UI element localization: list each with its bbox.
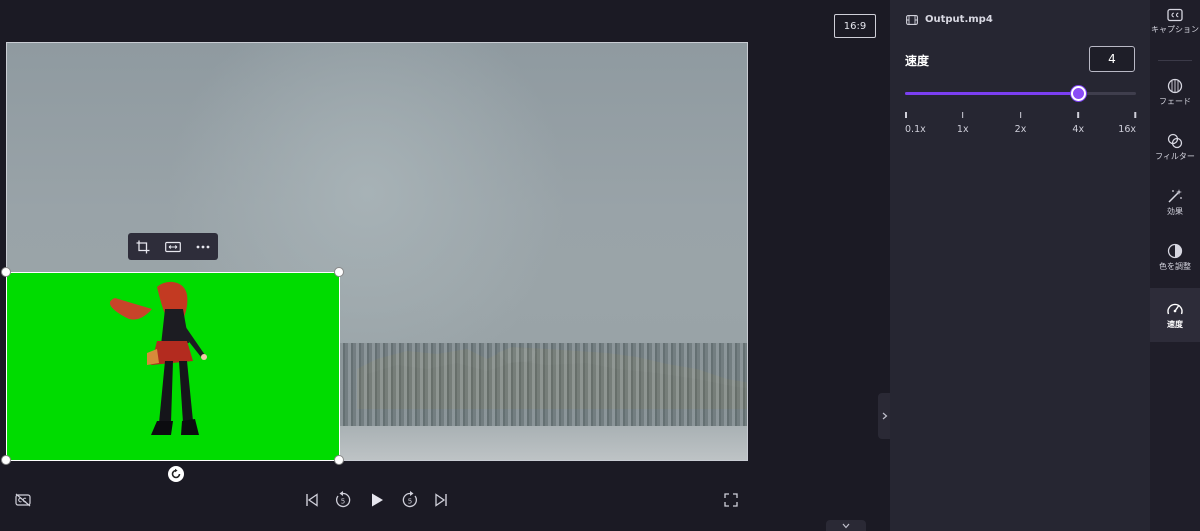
tick-label: 2x [1014, 124, 1027, 135]
tick-label: 16x [1118, 124, 1136, 135]
playback-controls: 5 5 [0, 485, 878, 517]
tick-mark [1134, 112, 1136, 118]
preview-area: 16:9 5 5 [0, 0, 878, 531]
rail-item-fade[interactable]: フェード [1150, 78, 1200, 118]
slider-thumb[interactable] [1071, 86, 1087, 101]
resize-handle-top-right[interactable] [334, 267, 344, 277]
resize-handle-top-left[interactable] [1, 267, 11, 277]
clip-toolbar [128, 233, 218, 260]
fit-icon [165, 241, 181, 252]
crop-button[interactable] [132, 236, 154, 258]
aspect-ratio-button[interactable]: 16:9 [834, 14, 876, 38]
skip-start-icon [306, 493, 318, 507]
speed-tick: 4x [1072, 112, 1084, 135]
tool-rail: キャプション フェード フィルター 効果 色を調整 速度 [1150, 0, 1200, 531]
color-adjust-icon [1167, 243, 1183, 259]
tick-mark [1077, 112, 1079, 118]
rail-label-fade: フェード [1159, 97, 1191, 106]
tick-label: 4x [1072, 124, 1085, 135]
forward-5-icon: 5 [402, 491, 418, 508]
skip-to-end-button[interactable] [426, 485, 456, 515]
rail-item-effects[interactable]: 効果 [1150, 188, 1200, 228]
rail-label-speed: 速度 [1167, 319, 1183, 329]
rail-label-color-adjust: 色を調整 [1159, 262, 1191, 271]
selection-box [6, 272, 340, 461]
rail-label-captions: キャプション [1151, 25, 1199, 34]
more-icon [196, 245, 210, 248]
captions-off-icon [15, 493, 31, 507]
fullscreen-button[interactable] [716, 485, 746, 515]
slider-fill [905, 92, 1079, 95]
rotate-icon [171, 468, 181, 479]
rail-divider [1158, 60, 1192, 61]
fit-button[interactable] [162, 236, 184, 258]
speed-value-input[interactable] [1089, 46, 1135, 72]
skip-end-icon [435, 493, 447, 507]
rail-label-effects: 効果 [1167, 207, 1183, 216]
timeline-expand-button[interactable] [826, 520, 866, 531]
speed-slider[interactable] [905, 86, 1136, 102]
rail-label-filters: フィルター [1155, 152, 1195, 161]
properties-panel: Output.mp4 速度 0.1x 1x 2x 4x 16x [890, 0, 1150, 531]
fullscreen-icon [724, 493, 738, 507]
chevron-right-icon [882, 412, 888, 420]
tick-label: 1x [956, 124, 969, 135]
rewind-5-icon: 5 [335, 491, 351, 508]
tick-mark [961, 112, 964, 118]
rewind-5s-button[interactable]: 5 [328, 485, 358, 515]
forward-5s-button[interactable]: 5 [395, 485, 425, 515]
tick-mark [905, 112, 907, 118]
ground [337, 426, 747, 460]
skip-to-start-button[interactable] [297, 485, 327, 515]
rail-item-captions[interactable]: キャプション [1150, 8, 1200, 60]
play-button[interactable] [362, 485, 392, 515]
rail-item-filters[interactable]: フィルター [1150, 133, 1200, 173]
rewind-seconds-label: 5 [341, 498, 345, 506]
speed-tick: 0.1x [905, 112, 926, 135]
speed-tick: 1x [957, 112, 969, 135]
rail-item-color-adjust[interactable]: 色を調整 [1150, 243, 1200, 283]
speed-label: 速度 [905, 54, 930, 68]
video-file-icon [906, 14, 918, 25]
filter-icon [1167, 133, 1183, 149]
fade-icon [1167, 78, 1183, 94]
rotate-handle[interactable] [168, 466, 184, 482]
cc-icon [1167, 8, 1183, 22]
resize-handle-bottom-right[interactable] [334, 455, 344, 465]
speed-tick: 16x [1118, 112, 1136, 135]
tick-label: 0.1x [905, 124, 926, 135]
play-icon [372, 493, 383, 507]
chevron-down-icon [842, 523, 850, 528]
magic-wand-icon [1168, 189, 1182, 203]
more-options-button[interactable] [192, 236, 214, 258]
resize-handle-bottom-left[interactable] [1, 455, 11, 465]
speed-tick: 2x [1014, 112, 1027, 135]
forward-seconds-label: 5 [408, 498, 412, 506]
file-header: Output.mp4 [906, 14, 993, 25]
crop-icon [136, 240, 150, 253]
file-name: Output.mp4 [925, 14, 993, 25]
tick-mark [1019, 112, 1022, 118]
captions-toggle-button[interactable] [8, 485, 38, 515]
rail-item-speed[interactable]: 速度 [1150, 288, 1200, 342]
speed-ticks: 0.1x 1x 2x 4x 16x [905, 112, 1136, 142]
speedometer-icon [1167, 303, 1183, 314]
